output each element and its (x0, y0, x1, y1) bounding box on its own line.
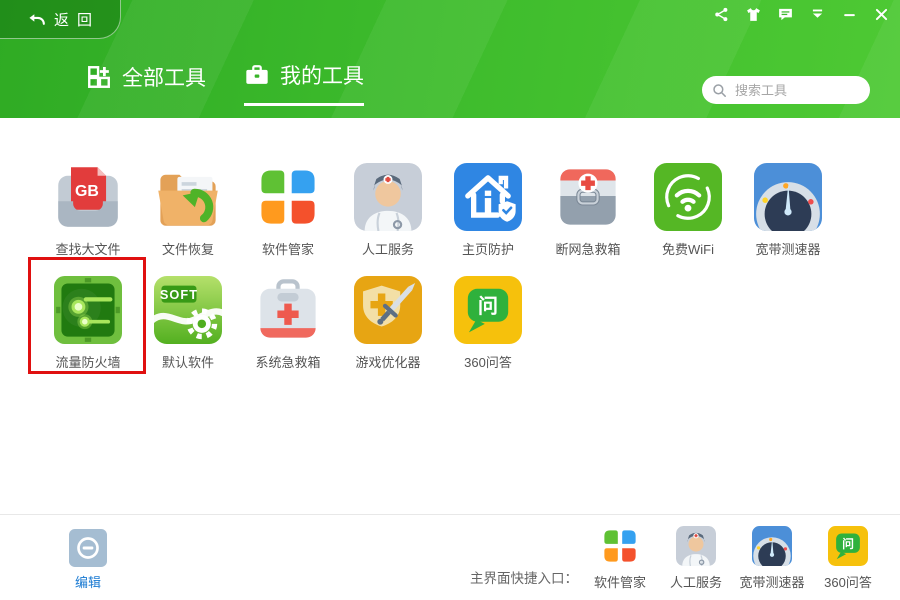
tool-file-recovery[interactable]: 文件恢复 (138, 163, 238, 258)
tool-network-firstaid[interactable]: 断网急救箱 (538, 163, 638, 258)
tool-label: 断网急救箱 (555, 239, 620, 258)
tool-grid-row-2: 流量防火墙 默认软件 系统急救箱 游戏优化器 360问答 (38, 276, 538, 371)
tab-my-tools[interactable]: 我的工具 (244, 60, 364, 106)
shortcut-360-qa[interactable]: 360问答 (810, 526, 886, 591)
house-shield-icon (454, 163, 522, 231)
edit-label: 编辑 (75, 572, 101, 591)
quick-entry-label: 主界面快捷入口： (470, 567, 578, 587)
app-window: 返回 全部工具 我的工具 查找大 (0, 0, 900, 600)
tab-all-tools-label: 全部工具 (122, 62, 206, 92)
tab-all-tools[interactable]: 全部工具 (86, 60, 206, 106)
tool-free-wifi[interactable]: 免费WiFi (638, 163, 738, 258)
titlebar-icons (713, 6, 890, 23)
doctor-avatar-icon (676, 526, 716, 566)
soft-gear-wave-icon (154, 276, 222, 344)
search-input[interactable] (733, 82, 860, 99)
firstaid-case-red-stripe-icon (254, 276, 322, 344)
shortcut-label: 软件管家 (594, 572, 646, 591)
speedometer-gauge-icon (754, 163, 822, 231)
tool-grid-row-1: 查找大文件 文件恢复 软件管家 人工服务 主页防护 断网急救箱 免费WiFi (38, 163, 838, 258)
search-icon (712, 83, 727, 98)
tool-label: 游戏优化器 (355, 352, 420, 371)
wifi-signal-icon (654, 163, 722, 231)
feedback-message-icon[interactable] (777, 6, 794, 23)
quick-entry-group: 主界面快捷入口： 软件管家 人工服务 宽带测速器 360问答 (470, 526, 886, 591)
tool-manual-service[interactable]: 人工服务 (338, 163, 438, 258)
tool-label: 流量防火墙 (55, 352, 120, 371)
tool-homepage-protection[interactable]: 主页防护 (438, 163, 538, 258)
firewall-sliders-icon (54, 276, 122, 344)
tool-label: 免费WiFi (662, 239, 714, 258)
shortcut-label: 360问答 (824, 572, 872, 591)
tool-label: 查找大文件 (55, 239, 120, 258)
tool-label: 主页防护 (462, 239, 514, 258)
question-bubble-icon (828, 526, 868, 566)
share-icon[interactable] (713, 6, 730, 23)
shortcut-broadband-speedtest[interactable]: 宽带测速器 (734, 526, 810, 591)
tool-label: 文件恢复 (162, 239, 214, 258)
shortcut-manual-service[interactable]: 人工服务 (658, 526, 734, 591)
four-petal-pinwheel-icon (254, 163, 322, 231)
briefcase-icon (244, 62, 270, 88)
tool-label: 默认软件 (162, 352, 214, 371)
shortcut-software-manager[interactable]: 软件管家 (582, 526, 658, 591)
four-petal-pinwheel-icon (600, 526, 640, 566)
tab-my-tools-label: 我的工具 (280, 60, 364, 90)
tool-label: 系统急救箱 (255, 352, 320, 371)
tool-label: 软件管家 (262, 239, 314, 258)
close-icon[interactable] (873, 6, 890, 23)
grid-plus-icon (86, 64, 112, 90)
tool-software-manager[interactable]: 软件管家 (238, 163, 338, 258)
tool-label: 360问答 (464, 352, 512, 371)
footer-bar: 编辑 主界面快捷入口： 软件管家 人工服务 宽带测速器 360问答 (0, 514, 900, 600)
folder-restore-arrow-icon (154, 163, 222, 231)
header-bar: 返回 全部工具 我的工具 (0, 0, 900, 118)
tool-label: 人工服务 (362, 239, 414, 258)
question-bubble-icon (454, 276, 522, 344)
shortcut-label: 人工服务 (670, 572, 722, 591)
doctor-avatar-icon (354, 163, 422, 231)
dropdown-icon[interactable] (809, 6, 826, 23)
circle-minus-icon (69, 529, 107, 567)
tool-broadband-speedtest[interactable]: 宽带测速器 (738, 163, 838, 258)
tool-find-large-files[interactable]: 查找大文件 (38, 163, 138, 258)
speedometer-gauge-icon (752, 526, 792, 566)
tab-bar: 全部工具 我的工具 (86, 60, 364, 106)
shield-sword-icon (354, 276, 422, 344)
edit-button[interactable]: 编辑 (69, 529, 107, 591)
tool-game-optimizer[interactable]: 游戏优化器 (338, 276, 438, 371)
search-box[interactable] (702, 76, 870, 104)
tool-system-firstaid[interactable]: 系统急救箱 (238, 276, 338, 371)
tool-label: 宽带测速器 (755, 239, 820, 258)
minimize-icon[interactable] (841, 6, 858, 23)
firstaid-case-icon (554, 163, 622, 231)
tool-traffic-firewall[interactable]: 流量防火墙 (38, 276, 138, 371)
back-button[interactable]: 返回 (0, 0, 121, 39)
tshirt-theme-icon[interactable] (745, 6, 762, 23)
tool-360-qa[interactable]: 360问答 (438, 276, 538, 371)
shortcut-label: 宽带测速器 (739, 572, 804, 591)
tool-default-software[interactable]: 默认软件 (138, 276, 238, 371)
gb-page-drawer-icon (54, 163, 122, 231)
back-button-label: 返回 (54, 9, 100, 30)
back-arrow-icon (28, 10, 47, 29)
